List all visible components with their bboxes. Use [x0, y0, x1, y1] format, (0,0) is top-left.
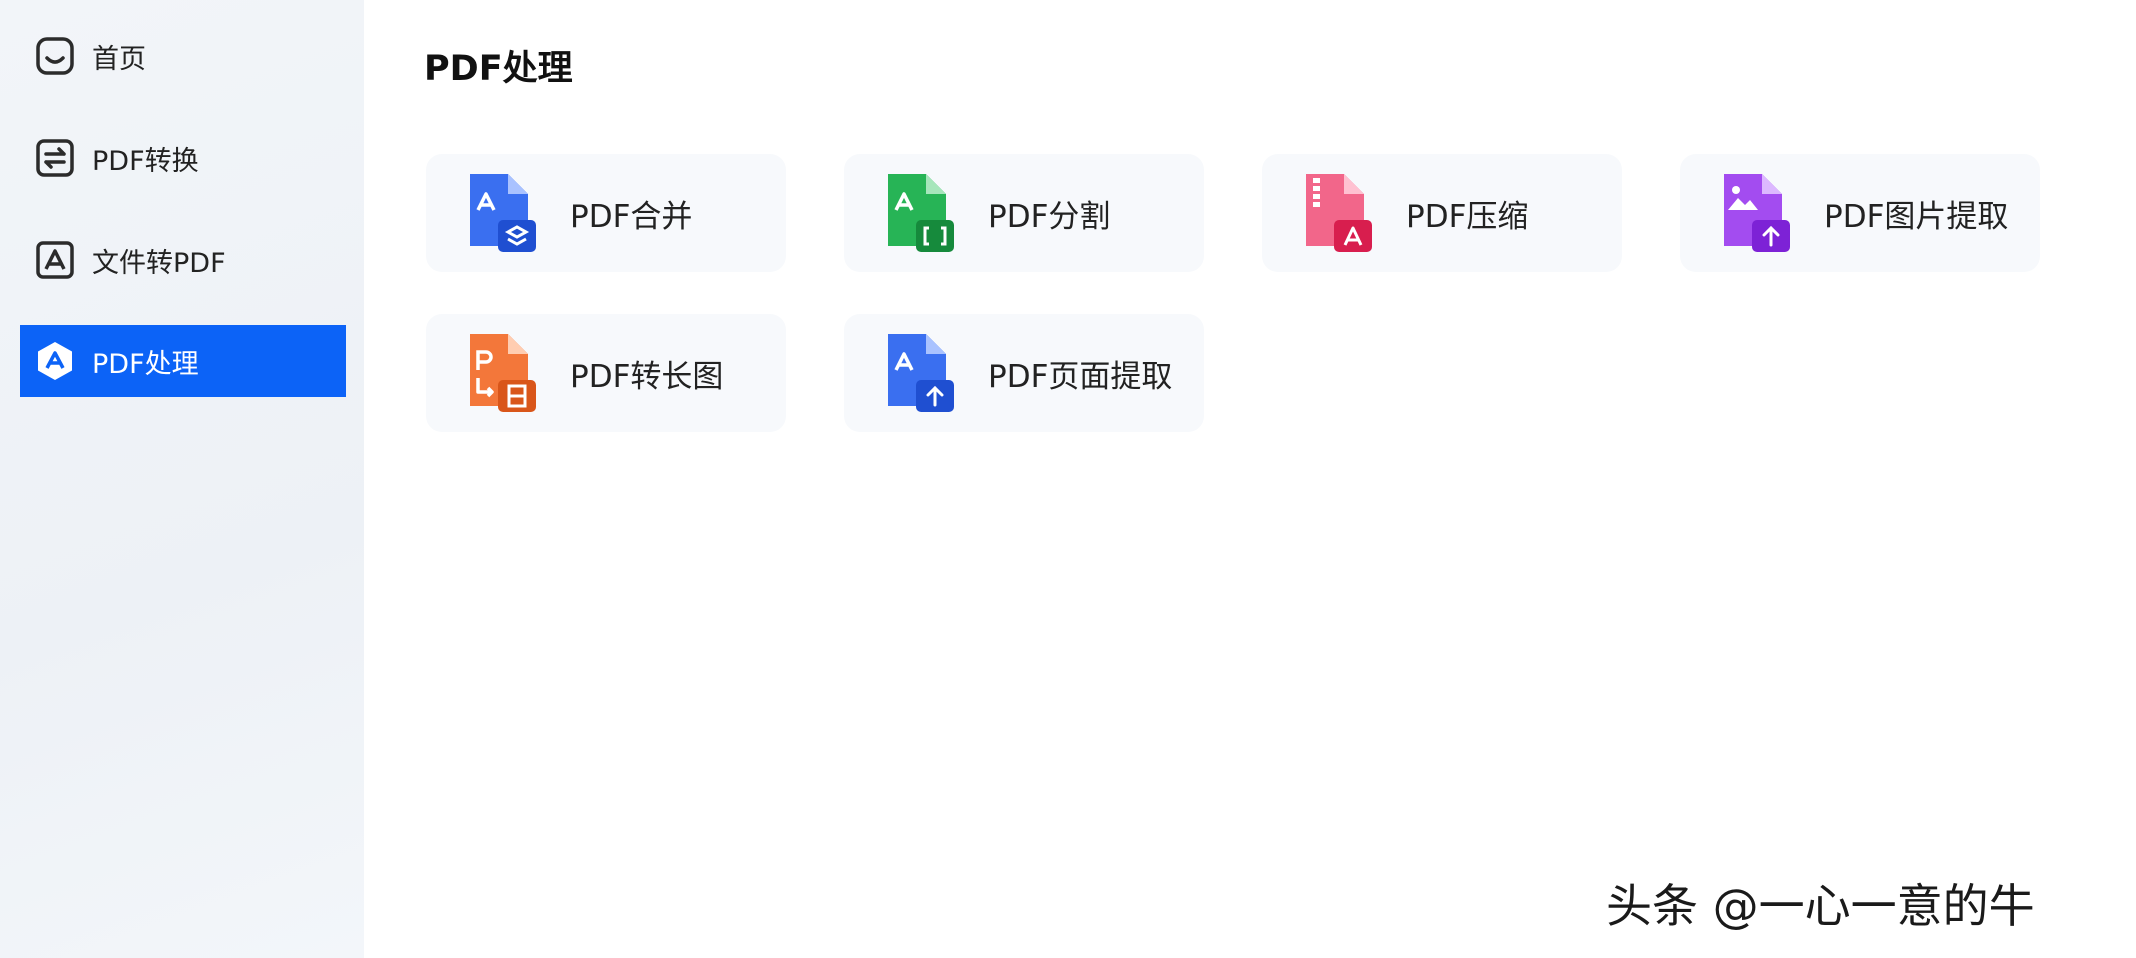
pdf-split-icon [882, 172, 958, 254]
tool-card-pdf-compress[interactable]: PDF压缩 [1262, 154, 1622, 272]
sidebar-item-file-to-pdf[interactable]: 文件转PDF [20, 224, 346, 296]
file-to-pdf-icon [32, 237, 78, 283]
tool-card-pdf-page-extract[interactable]: PDF页面提取 [844, 314, 1204, 432]
home-icon [32, 33, 78, 79]
tool-card-pdf-image-extract[interactable]: PDF图片提取 [1680, 154, 2040, 272]
sidebar: 首页 PDF转换 文件转PDF PDF处理 [0, 0, 364, 958]
sidebar-item-pdf-convert[interactable]: PDF转换 [20, 122, 346, 194]
watermark-text: 头条 @一心一意的牛 [1606, 879, 2035, 933]
page-title: PDF处理 [424, 49, 573, 89]
tool-card-pdf-to-long-image[interactable]: PDF转长图 [426, 314, 786, 432]
sidebar-item-pdf-process[interactable]: PDF处理 [20, 325, 346, 397]
tool-card-label: PDF分割 [988, 198, 1111, 235]
pdf-process-icon [32, 338, 78, 384]
sidebar-item-label: PDF处理 [92, 348, 199, 380]
pdf-image-extract-icon [1718, 172, 1794, 254]
sidebar-item-label: PDF转换 [92, 145, 199, 177]
pdf-merge-icon [464, 172, 540, 254]
pdf-page-extract-icon [882, 332, 958, 414]
pdf-compress-icon [1300, 172, 1376, 254]
tool-card-pdf-split[interactable]: PDF分割 [844, 154, 1204, 272]
tool-card-pdf-merge[interactable]: PDF合并 [426, 154, 786, 272]
sidebar-item-label: 首页 [92, 43, 146, 75]
pdf-to-long-image-icon [464, 332, 540, 414]
tool-card-label: PDF图片提取 [1824, 198, 2009, 235]
sidebar-item-home[interactable]: 首页 [20, 20, 346, 92]
sidebar-item-label: 文件转PDF [92, 247, 226, 279]
tool-card-label: PDF转长图 [570, 358, 724, 395]
tool-card-label: PDF合并 [570, 198, 693, 235]
tool-card-label: PDF压缩 [1406, 198, 1529, 235]
tool-card-label: PDF页面提取 [988, 358, 1173, 395]
convert-icon [32, 135, 78, 181]
